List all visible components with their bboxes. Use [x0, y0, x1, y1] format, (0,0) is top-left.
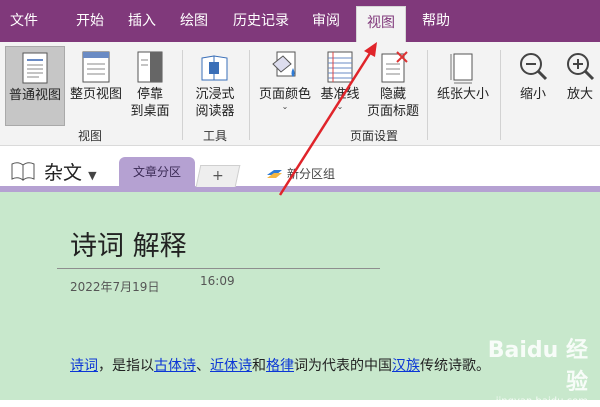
chevron-down-icon: ▼ [88, 169, 97, 182]
paper-size-label: 纸张大小 [436, 87, 489, 102]
watermark-main: Baidu 经验 [487, 338, 588, 395]
hide-page-title-label-2: 页面标题 [366, 104, 419, 119]
paper-size-icon [450, 53, 473, 84]
page-color-button[interactable]: 页面颜色 ⌄ [254, 46, 316, 126]
immersive-reader-label-1: 沉浸式 [195, 87, 235, 102]
rule-lines-label: 基准线 [320, 87, 360, 102]
page-paragraph[interactable]: 诗词，是指以古体诗、近体诗和格律词为代表的中国汉族传统诗歌。 [70, 355, 490, 375]
chevron-down-icon: ⌄ [281, 102, 289, 111]
section-tab-active[interactable]: 文章分区 [119, 157, 195, 187]
notebook-name-label: 杂文 [44, 162, 83, 184]
link-shici[interactable]: 诗词 [70, 358, 98, 374]
ribbon-separator [500, 50, 501, 140]
paragraph-text: 和 [252, 358, 266, 374]
menu-file[interactable]: 文件 [2, 0, 46, 42]
watermark-sub: jingyan.baidu.com [495, 396, 588, 407]
hide-page-title-button[interactable]: 隐藏 页面标题 [364, 46, 422, 126]
add-section-tab[interactable]: + [195, 165, 241, 187]
notebook-icon [11, 162, 35, 182]
page-title[interactable]: 诗词 解释 [70, 224, 187, 263]
page-color-icon [272, 51, 296, 77]
full-page-view-button[interactable]: 整页视图 [67, 46, 125, 126]
zoom-in-button[interactable]: 放大 [560, 46, 600, 126]
paragraph-text: ，是指以 [98, 358, 154, 374]
rule-lines-button[interactable]: 基准线 ⌄ [317, 46, 363, 126]
paragraph-text: 词为代表的中国 [294, 358, 392, 374]
page-time: 16:09 [200, 274, 235, 288]
zoom-out-icon [520, 53, 548, 81]
plus-icon: + [212, 168, 224, 184]
menu-review[interactable]: 审阅 [306, 0, 346, 42]
zoom-out-label: 缩小 [519, 87, 546, 102]
hide-page-title-label-1: 隐藏 [379, 87, 406, 102]
menu-insert[interactable]: 插入 [122, 0, 162, 42]
immersive-reader-icon [201, 55, 228, 81]
zoom-in-label: 放大 [566, 87, 593, 102]
watermark: Baidu 经验 jingyan.baidu.com [476, 332, 588, 407]
link-jintishi[interactable]: 近体诗 [210, 358, 252, 374]
normal-view-label: 普通视图 [8, 88, 61, 103]
ribbon-separator [182, 50, 183, 140]
normal-view-button[interactable]: 普通视图 [5, 46, 65, 126]
menu-help[interactable]: 帮助 [414, 0, 458, 42]
link-hanzu[interactable]: 汉族 [392, 358, 420, 374]
dock-to-desktop-icon [137, 51, 163, 83]
full-page-view-icon [82, 51, 110, 83]
tools-group-label: 工具 [202, 129, 227, 143]
rule-lines-icon [327, 51, 353, 83]
menu-history[interactable]: 历史记录 [228, 0, 294, 42]
menu-home[interactable]: 开始 [70, 0, 110, 42]
hide-page-title-icon [381, 51, 408, 83]
page-color-label: 页面颜色 [258, 87, 311, 102]
menu-draw[interactable]: 绘图 [174, 0, 214, 42]
menu-bar: 文件 开始 插入 绘图 历史记录 审阅 视图 帮助 [0, 0, 600, 42]
zoom-in-icon [567, 53, 595, 81]
paragraph-text: 、 [196, 358, 210, 374]
views-group-label: 视图 [77, 129, 102, 143]
ribbon-separator [249, 50, 250, 140]
menu-view[interactable]: 视图 [356, 6, 406, 42]
link-gutishi[interactable]: 古体诗 [154, 358, 196, 374]
dock-to-desktop-button[interactable]: 停靠 到桌面 [127, 46, 173, 126]
page-date: 2022年7月19日 [70, 280, 160, 294]
title-underline [57, 268, 380, 269]
dock-to-desktop-label-1: 停靠 [136, 87, 163, 102]
immersive-reader-button[interactable]: 沉浸式 阅读器 [188, 46, 242, 126]
notebook-name[interactable]: 杂文 ▼ [44, 158, 97, 185]
chevron-down-icon: ⌄ [336, 102, 344, 111]
zoom-out-button[interactable]: 缩小 [512, 46, 554, 126]
dock-to-desktop-label-2: 到桌面 [130, 104, 170, 119]
new-section-group-button[interactable]: 新分区组 [287, 165, 335, 182]
immersive-reader-label-2: 阅读器 [195, 104, 235, 119]
link-gelv[interactable]: 格律 [266, 358, 294, 374]
paper-size-button[interactable]: 纸张大小 [432, 46, 494, 126]
normal-view-icon [22, 52, 48, 84]
section-group-icon [267, 170, 282, 178]
full-page-view-label: 整页视图 [69, 87, 122, 102]
page-setup-group-label: 页面设置 [349, 129, 398, 143]
